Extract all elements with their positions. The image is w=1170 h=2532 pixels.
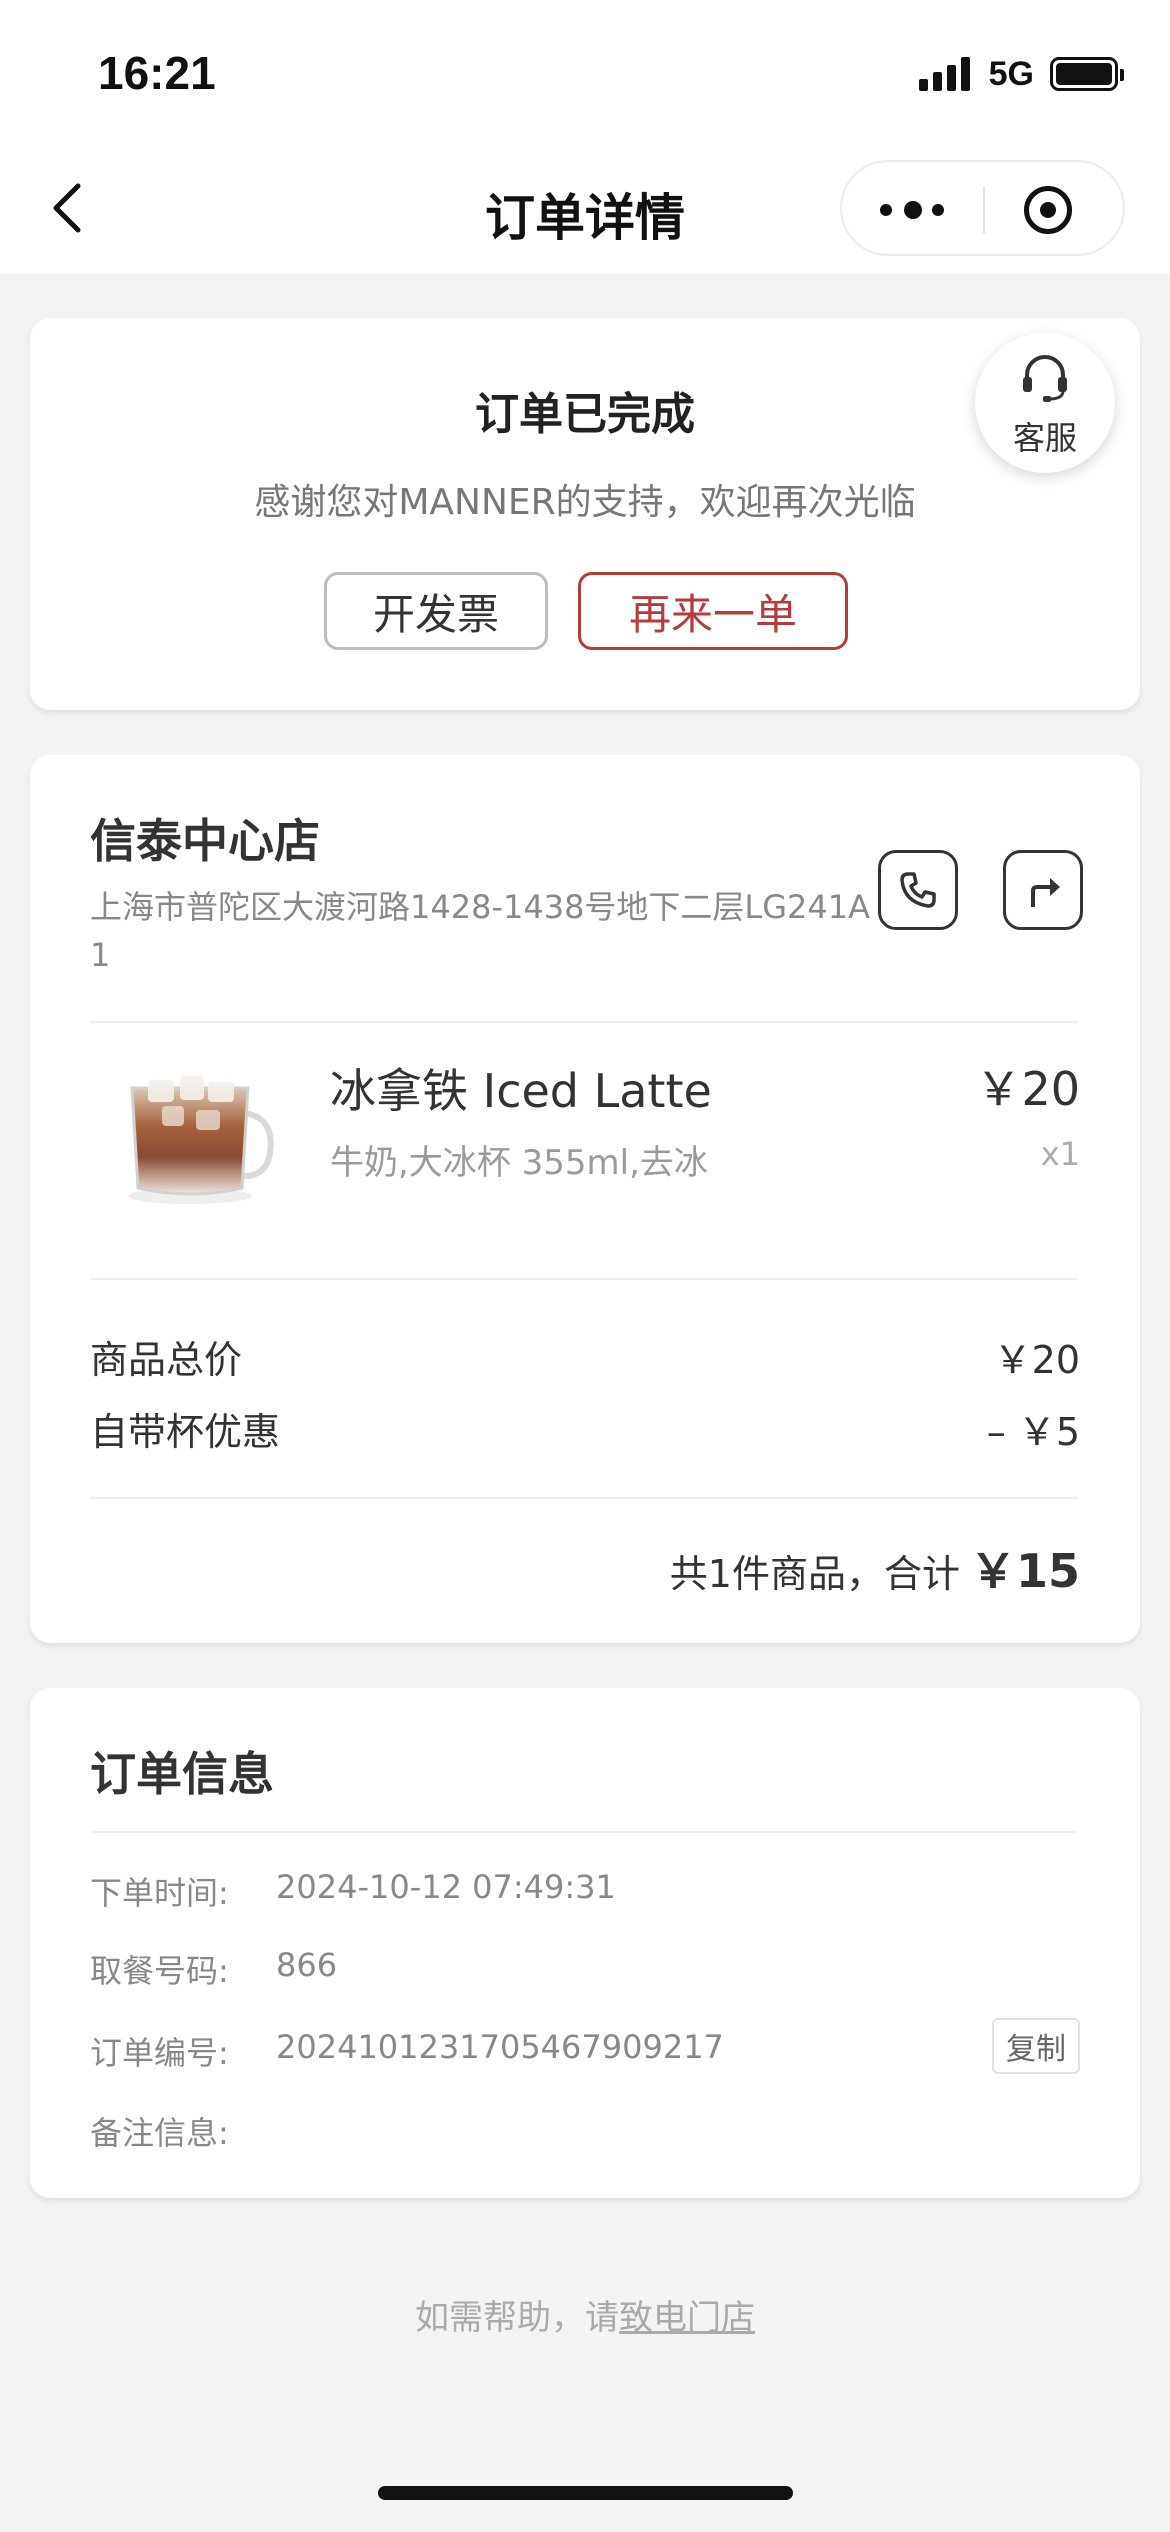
customer-service-button[interactable]: 客服	[975, 333, 1115, 473]
goods-total-value: ￥20	[993, 1338, 1080, 1382]
more-icon[interactable]	[842, 162, 983, 258]
total-amount: ￥15	[969, 1544, 1080, 1598]
cup-discount-value: – ￥5	[986, 1410, 1080, 1454]
directions-icon	[1031, 878, 1060, 907]
invoice-button[interactable]: 开发票	[324, 572, 548, 650]
nav-bar: 订单详情	[0, 150, 1170, 274]
service-label: 客服	[1012, 419, 1077, 457]
status-indicators: 5G	[918, 52, 1124, 96]
store-name: 信泰中心店	[90, 814, 320, 868]
order-time-value: 2024-10-12 07:49:31	[276, 1868, 616, 1906]
order-info-title: 订单信息	[90, 1747, 274, 1801]
mini-program-capsule	[840, 160, 1125, 256]
divider	[90, 1497, 1078, 1499]
call-store-button[interactable]	[878, 850, 958, 930]
status-time: 16:21	[98, 47, 216, 99]
signal-icon	[918, 57, 975, 91]
store-address: 上海市普陀区大渡河路1428-1438号地下二层LG241A1	[90, 888, 871, 974]
order-number-label: 订单编号:	[90, 2034, 229, 2072]
product-price: ￥20	[975, 1062, 1080, 1116]
navigate-button[interactable]	[1003, 850, 1083, 930]
call-store-link[interactable]: 致电门店	[619, 2298, 755, 2338]
divider	[90, 1278, 1078, 1280]
order-time-label: 下单时间:	[90, 1874, 229, 1912]
close-target-icon[interactable]	[982, 162, 1123, 258]
order-total: 共1件商品，合计 ￥15	[670, 1535, 1080, 1601]
pickup-number-value: 866	[276, 1946, 338, 1984]
total-text: 共1件商品，合计	[669, 1552, 960, 1596]
cup-discount-label: 自带杯优惠	[90, 1410, 281, 1454]
product-spec: 牛奶,大冰杯 355ml,去冰	[330, 1143, 708, 1183]
store-order-card: 信泰中心店 上海市普陀区大渡河路1428-1438号地下二层LG241A1 冰拿…	[30, 755, 1140, 1643]
note-label: 备注信息:	[90, 2114, 229, 2152]
help-prefix: 如需帮助，请	[415, 2298, 619, 2338]
phone-icon	[900, 872, 936, 908]
pickup-number-label: 取餐号码:	[90, 1952, 229, 1990]
order-number-value: 2024101231705467909217	[276, 2028, 724, 2066]
battery-icon	[1050, 57, 1124, 91]
help-line: 如需帮助，请致电门店	[0, 2290, 1170, 2339]
home-indicator	[378, 2486, 793, 2500]
order-status-card: 订单已完成 感谢您对MANNER的支持，欢迎再次光临 开发票 再来一单	[30, 318, 1140, 710]
product-image	[90, 1018, 290, 1218]
goods-total-label: 商品总价	[90, 1338, 243, 1382]
thanks-message: 感谢您对MANNER的支持，欢迎再次光临	[254, 482, 916, 523]
status-bar: 16:21 5G	[0, 0, 1170, 150]
reorder-button[interactable]: 再来一单	[578, 572, 848, 650]
product-quantity: x1	[1040, 1135, 1080, 1173]
network-type: 5G	[988, 54, 1034, 93]
product-name: 冰拿铁 Iced Latte	[330, 1064, 712, 1118]
divider	[90, 1831, 1078, 1833]
headset-icon	[1023, 355, 1067, 402]
copy-button[interactable]: 复制	[992, 2018, 1080, 2074]
order-info-card: 订单信息 下单时间: 2024-10-12 07:49:31 取餐号码: 866…	[30, 1688, 1140, 2198]
order-status-title: 订单已完成	[475, 389, 695, 440]
